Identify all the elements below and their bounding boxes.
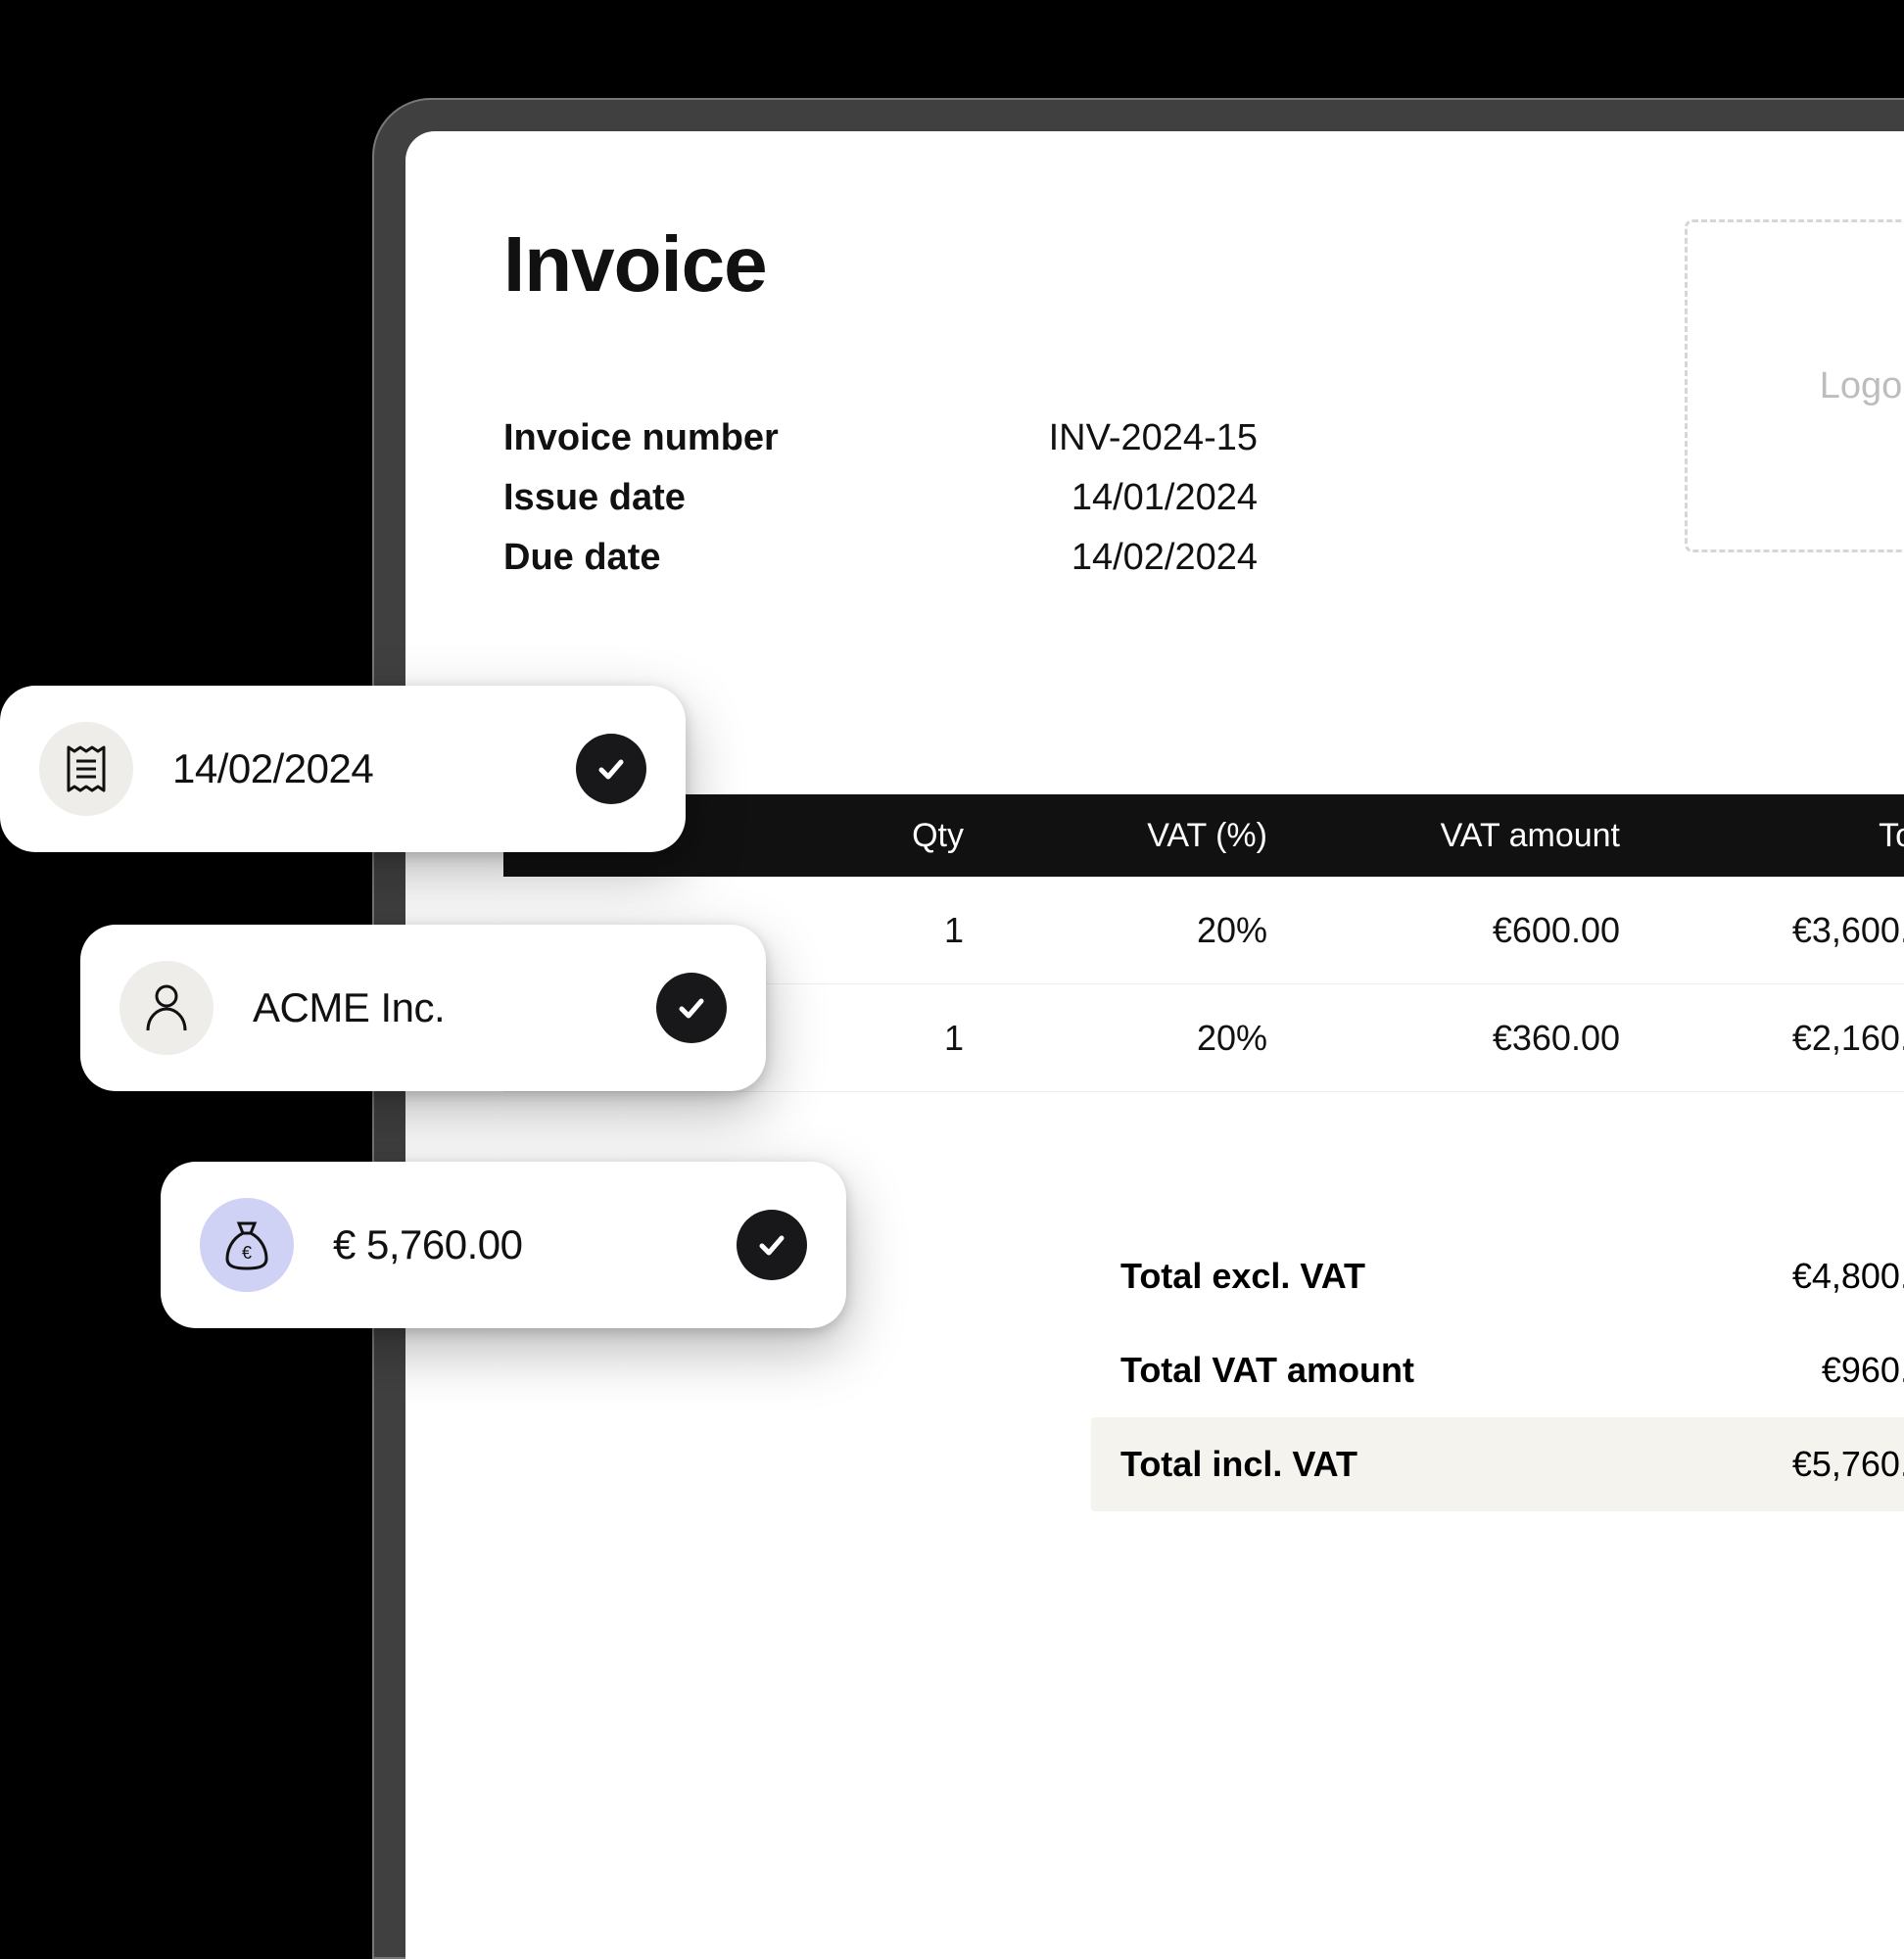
- cell-total: €2,160.00: [1620, 1018, 1904, 1059]
- totals-block: Total excl. VAT €4,800.00 Total VAT amou…: [1091, 1229, 1904, 1511]
- col-header-vat-pct: VAT (%): [964, 817, 1267, 855]
- issue-date-value: 14/01/2024: [1013, 477, 1258, 519]
- check-icon: [737, 1210, 807, 1280]
- col-header-qty: Qty: [817, 817, 964, 855]
- due-date-label: Due date: [503, 537, 1013, 579]
- cell-vat-amount: €360.00: [1267, 1018, 1620, 1059]
- issue-date-label: Issue date: [503, 477, 1013, 519]
- receipt-icon: [39, 722, 133, 816]
- cell-total: €3,600.00: [1620, 910, 1904, 951]
- col-header-vat-amount: VAT amount: [1267, 817, 1620, 855]
- table-header: Qty VAT (%) VAT amount Total: [503, 794, 1904, 877]
- due-date-value: 14/02/2024: [1013, 537, 1258, 579]
- cell-qty: 1: [817, 1018, 964, 1059]
- check-icon: [656, 973, 727, 1043]
- total-incl-vat-label: Total incl. VAT: [1120, 1444, 1792, 1485]
- logo-placeholder-label: Logo: [1820, 365, 1903, 407]
- cell-vat-pct: 20%: [964, 910, 1267, 951]
- total-incl-vat-value: €5,760.00: [1792, 1444, 1904, 1485]
- cell-vat-pct: 20%: [964, 1018, 1267, 1059]
- extract-pill-vendor[interactable]: ACME Inc.: [80, 925, 766, 1091]
- person-icon: [119, 961, 214, 1055]
- extract-pill-amount[interactable]: € € 5,760.00: [161, 1162, 846, 1328]
- extract-pill-date-label: 14/02/2024: [172, 745, 373, 792]
- total-vat-label: Total VAT amount: [1120, 1350, 1822, 1391]
- extract-pill-vendor-label: ACME Inc.: [253, 984, 445, 1031]
- invoice-number-value: INV-2024-15: [1013, 417, 1258, 459]
- cell-qty: 1: [817, 910, 964, 951]
- cell-vat-amount: €600.00: [1267, 910, 1620, 951]
- total-excl-vat-value: €4,800.00: [1792, 1256, 1904, 1297]
- total-vat-value: €960.00: [1822, 1350, 1904, 1391]
- col-header-total: Total: [1620, 817, 1904, 855]
- extract-pill-amount-label: € 5,760.00: [333, 1221, 523, 1268]
- logo-placeholder[interactable]: Logo: [1685, 219, 1904, 552]
- extract-pill-date[interactable]: 14/02/2024: [0, 686, 686, 852]
- total-excl-vat-label: Total excl. VAT: [1120, 1256, 1792, 1297]
- money-bag-icon: €: [200, 1198, 294, 1292]
- invoice-number-label: Invoice number: [503, 417, 1013, 459]
- check-icon: [576, 734, 646, 804]
- svg-text:€: €: [242, 1243, 252, 1263]
